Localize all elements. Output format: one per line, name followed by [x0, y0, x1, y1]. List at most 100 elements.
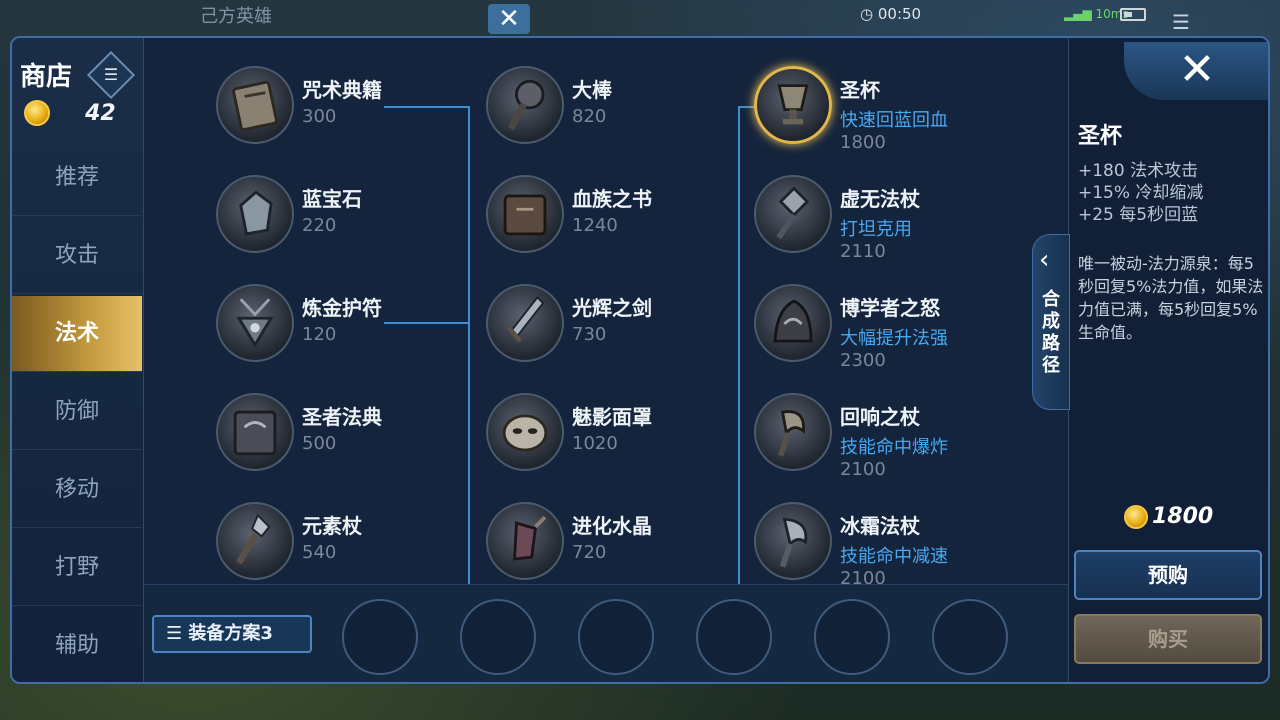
equipment-plan-button[interactable]: ☰ 装备方案3 [152, 615, 312, 653]
item-sapphire[interactable]: 蓝宝石 220 [216, 175, 466, 265]
shop-menu-button[interactable]: ☰ [86, 50, 136, 100]
build-path-tab[interactable]: ‹ 合成路径 [1032, 234, 1070, 410]
equipment-slot-5[interactable] [814, 599, 890, 675]
item-price: 120 [302, 324, 337, 345]
category-jungle[interactable]: 打野 [12, 530, 142, 606]
sapphire-icon [216, 175, 294, 253]
gold-display: 42 [24, 100, 116, 130]
item-price: 820 [572, 106, 607, 127]
ping-indicator: ▂▄▆ 10ms [1064, 7, 1129, 21]
gold-coin-icon [24, 100, 50, 126]
item-name: 元素杖 [302, 514, 362, 538]
item-price: 720 [572, 542, 607, 563]
item-price: 1800 [840, 132, 886, 153]
shop-title: 商店 [20, 62, 73, 92]
equipment-slot-1[interactable] [342, 599, 418, 675]
item-price: 220 [302, 215, 337, 236]
amulet-icon [216, 284, 294, 362]
match-clock: ◷ 00:50 [860, 5, 922, 23]
item-blood-book[interactable]: 血族之书 1240 [486, 175, 736, 265]
item-description: 技能命中爆炸 [840, 437, 948, 458]
item-big-club[interactable]: 大棒 820 [486, 66, 736, 156]
item-name: 咒术典籍 [302, 78, 382, 102]
list-icon: ☰ [166, 623, 189, 644]
close-icon[interactable]: ✕ [1124, 42, 1268, 100]
detail-item-name: 圣杯 [1078, 124, 1123, 149]
category-defense[interactable]: 防御 [12, 374, 142, 450]
item-scholar-rage[interactable]: 博学者之怒 大幅提升法强 2300 [754, 284, 1004, 374]
shop-panel: 商店 ☰ 42 推荐 攻击 法术 防御 移动 打野 辅助 咒术典籍 300 蓝宝… [10, 36, 1270, 684]
list-icon: ☰ [103, 65, 119, 84]
item-price: 2100 [840, 459, 886, 480]
chevron-left-icon: ‹ [1039, 245, 1050, 275]
item-price: 730 [572, 324, 607, 345]
plan-label: 装备方案3 [188, 623, 273, 644]
item-price: 500 [302, 433, 337, 454]
detail-price-value: 1800 [1152, 504, 1214, 529]
mask-icon [486, 393, 564, 471]
equipment-slot-2[interactable] [460, 599, 536, 675]
buy-button[interactable]: 购买 [1074, 614, 1262, 664]
void-staff-icon [754, 175, 832, 253]
gold-amount: 42 [85, 100, 116, 126]
category-attack[interactable]: 攻击 [12, 218, 142, 294]
item-description: 大幅提升法强 [840, 328, 948, 349]
category-movement[interactable]: 移动 [12, 452, 142, 528]
rage-icon [754, 284, 832, 362]
hud-menu-icon[interactable]: ☰ [1172, 10, 1190, 34]
item-price: 1020 [572, 433, 618, 454]
item-name: 大棒 [572, 78, 612, 102]
item-echo-staff[interactable]: 回响之杖 技能命中爆炸 2100 [754, 393, 1004, 483]
item-alchemy-amulet[interactable]: 炼金护符 120 [216, 284, 466, 374]
item-name: 进化水晶 [572, 514, 652, 538]
battery-icon [1120, 8, 1146, 21]
preorder-button[interactable]: 预购 [1074, 550, 1262, 600]
item-name: 蓝宝石 [302, 187, 362, 211]
item-frost-staff[interactable]: 冰霜法杖 技能命中减速 2100 [754, 502, 1004, 592]
equipment-slot-3[interactable] [578, 599, 654, 675]
item-void-staff[interactable]: 虚无法杖 打坦克用 2110 [754, 175, 1004, 265]
item-phantom-mask[interactable]: 魅影面罩 1020 [486, 393, 736, 483]
item-evolution-crystal[interactable]: 进化水晶 720 [486, 502, 736, 592]
book-icon [216, 66, 294, 144]
detail-item-stats: +180 法术攻击 +15% 冷却缩减 +25 每5秒回蓝 [1078, 161, 1204, 225]
item-name: 炼金护符 [302, 296, 382, 320]
item-price: 540 [302, 542, 337, 563]
item-name: 博学者之怒 [840, 296, 940, 320]
item-description: 技能命中减速 [840, 546, 948, 567]
gold-coin-icon [1124, 505, 1148, 529]
staff-icon [216, 502, 294, 580]
frost-staff-icon [754, 502, 832, 580]
item-element-staff[interactable]: 元素杖 540 [216, 502, 466, 592]
echo-staff-icon [754, 393, 832, 471]
item-holy-grail[interactable]: 圣杯 快速回蓝回血 1800 [754, 66, 1004, 156]
item-saint-codex[interactable]: 圣者法典 500 [216, 393, 466, 483]
hud-close-icon[interactable]: ✕ [488, 4, 530, 34]
crystal-icon [486, 502, 564, 580]
category-support[interactable]: 辅助 [12, 608, 142, 682]
equipment-slot-4[interactable] [696, 599, 772, 675]
item-name: 光辉之剑 [572, 296, 652, 320]
equipment-slot-6[interactable] [932, 599, 1008, 675]
item-spell-book[interactable]: 咒术典籍 300 [216, 66, 466, 156]
top-hud: 己方英雄 ✕ ◷ 00:50 ▂▄▆ 10ms ☰ [0, 0, 1280, 36]
category-magic[interactable]: 法术 [12, 296, 142, 372]
item-name: 血族之书 [572, 187, 652, 211]
team-label: 己方英雄 [200, 6, 272, 27]
item-description: 打坦克用 [840, 219, 912, 240]
shop-sidebar: 商店 ☰ 42 推荐 攻击 法术 防御 移动 打野 辅助 [12, 38, 144, 682]
sword-icon [486, 284, 564, 362]
item-price: 2110 [840, 241, 886, 262]
item-name: 冰霜法杖 [840, 514, 920, 538]
chalice-icon [754, 66, 832, 144]
item-radiant-sword[interactable]: 光辉之剑 730 [486, 284, 736, 374]
item-description: 快速回蓝回血 [840, 110, 948, 131]
item-name: 虚无法杖 [840, 187, 920, 211]
item-name: 回响之杖 [840, 405, 920, 429]
item-price: 300 [302, 106, 337, 127]
category-recommend[interactable]: 推荐 [12, 140, 142, 216]
club-icon [486, 66, 564, 144]
codex-icon [216, 393, 294, 471]
item-name: 魅影面罩 [572, 405, 652, 429]
blood-book-icon [486, 175, 564, 253]
